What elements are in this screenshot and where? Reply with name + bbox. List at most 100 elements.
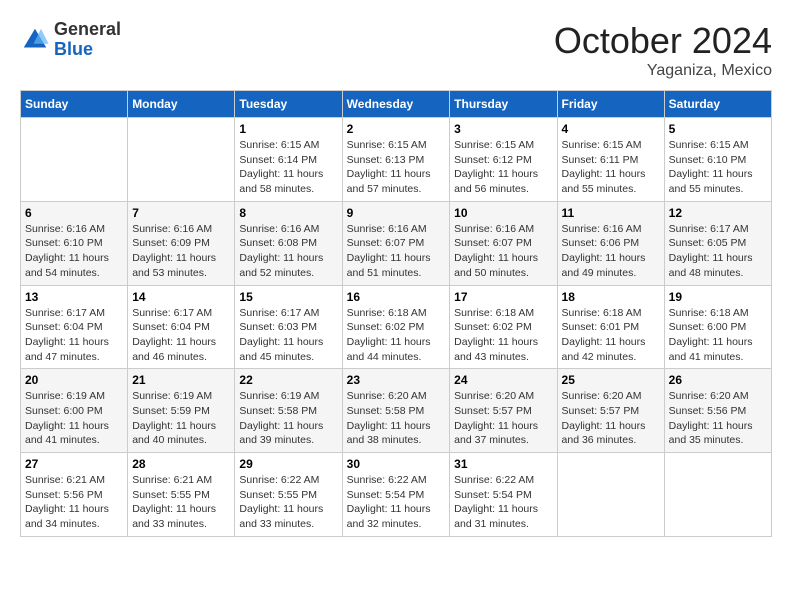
- calendar-cell: 12 Sunrise: 6:17 AMSunset: 6:05 PMDaylig…: [664, 201, 771, 285]
- day-info: Sunrise: 6:22 AMSunset: 5:55 PMDaylight:…: [239, 474, 323, 530]
- calendar-cell: 9 Sunrise: 6:16 AMSunset: 6:07 PMDayligh…: [342, 201, 450, 285]
- col-header-thursday: Thursday: [450, 91, 557, 118]
- calendar-cell: 26 Sunrise: 6:20 AMSunset: 5:56 PMDaylig…: [664, 369, 771, 453]
- day-number: 21: [132, 373, 230, 387]
- day-number: 18: [562, 290, 660, 304]
- day-number: 23: [347, 373, 446, 387]
- calendar-week-1: 1 Sunrise: 6:15 AMSunset: 6:14 PMDayligh…: [21, 118, 772, 202]
- day-info: Sunrise: 6:15 AMSunset: 6:10 PMDaylight:…: [669, 139, 753, 195]
- day-info: Sunrise: 6:15 AMSunset: 6:11 PMDaylight:…: [562, 139, 646, 195]
- calendar-cell: 3 Sunrise: 6:15 AMSunset: 6:12 PMDayligh…: [450, 118, 557, 202]
- day-number: 31: [454, 457, 552, 471]
- col-header-wednesday: Wednesday: [342, 91, 450, 118]
- day-info: Sunrise: 6:16 AMSunset: 6:07 PMDaylight:…: [347, 223, 431, 279]
- day-info: Sunrise: 6:20 AMSunset: 5:57 PMDaylight:…: [562, 390, 646, 446]
- day-info: Sunrise: 6:20 AMSunset: 5:57 PMDaylight:…: [454, 390, 538, 446]
- day-info: Sunrise: 6:18 AMSunset: 6:00 PMDaylight:…: [669, 307, 753, 363]
- day-number: 12: [669, 206, 767, 220]
- day-info: Sunrise: 6:22 AMSunset: 5:54 PMDaylight:…: [347, 474, 431, 530]
- col-header-saturday: Saturday: [664, 91, 771, 118]
- day-number: 14: [132, 290, 230, 304]
- calendar-cell: 6 Sunrise: 6:16 AMSunset: 6:10 PMDayligh…: [21, 201, 128, 285]
- day-number: 8: [239, 206, 337, 220]
- calendar-week-3: 13 Sunrise: 6:17 AMSunset: 6:04 PMDaylig…: [21, 285, 772, 369]
- calendar-cell: 17 Sunrise: 6:18 AMSunset: 6:02 PMDaylig…: [450, 285, 557, 369]
- calendar-cell: 10 Sunrise: 6:16 AMSunset: 6:07 PMDaylig…: [450, 201, 557, 285]
- calendar-cell: [664, 453, 771, 537]
- day-number: 4: [562, 122, 660, 136]
- day-info: Sunrise: 6:16 AMSunset: 6:09 PMDaylight:…: [132, 223, 216, 279]
- calendar-cell: 4 Sunrise: 6:15 AMSunset: 6:11 PMDayligh…: [557, 118, 664, 202]
- location: Yaganiza, Mexico: [554, 62, 772, 80]
- day-info: Sunrise: 6:17 AMSunset: 6:05 PMDaylight:…: [669, 223, 753, 279]
- day-number: 22: [239, 373, 337, 387]
- day-number: 13: [25, 290, 123, 304]
- calendar-cell: 25 Sunrise: 6:20 AMSunset: 5:57 PMDaylig…: [557, 369, 664, 453]
- calendar-week-4: 20 Sunrise: 6:19 AMSunset: 6:00 PMDaylig…: [21, 369, 772, 453]
- day-number: 11: [562, 206, 660, 220]
- calendar-cell: 22 Sunrise: 6:19 AMSunset: 5:58 PMDaylig…: [235, 369, 342, 453]
- calendar-cell: 30 Sunrise: 6:22 AMSunset: 5:54 PMDaylig…: [342, 453, 450, 537]
- day-info: Sunrise: 6:17 AMSunset: 6:04 PMDaylight:…: [25, 307, 109, 363]
- month-title: October 2024: [554, 20, 772, 62]
- day-number: 19: [669, 290, 767, 304]
- day-number: 5: [669, 122, 767, 136]
- calendar-cell: [557, 453, 664, 537]
- day-info: Sunrise: 6:19 AMSunset: 5:59 PMDaylight:…: [132, 390, 216, 446]
- logo-blue-text: Blue: [54, 39, 93, 59]
- day-number: 27: [25, 457, 123, 471]
- col-header-friday: Friday: [557, 91, 664, 118]
- calendar-cell: 18 Sunrise: 6:18 AMSunset: 6:01 PMDaylig…: [557, 285, 664, 369]
- day-info: Sunrise: 6:18 AMSunset: 6:02 PMDaylight:…: [454, 307, 538, 363]
- day-info: Sunrise: 6:21 AMSunset: 5:55 PMDaylight:…: [132, 474, 216, 530]
- logo-general-text: General: [54, 19, 121, 39]
- day-number: 10: [454, 206, 552, 220]
- calendar-week-2: 6 Sunrise: 6:16 AMSunset: 6:10 PMDayligh…: [21, 201, 772, 285]
- calendar-cell: 27 Sunrise: 6:21 AMSunset: 5:56 PMDaylig…: [21, 453, 128, 537]
- day-number: 20: [25, 373, 123, 387]
- day-number: 30: [347, 457, 446, 471]
- calendar-cell: [128, 118, 235, 202]
- calendar-cell: 15 Sunrise: 6:17 AMSunset: 6:03 PMDaylig…: [235, 285, 342, 369]
- calendar-table: SundayMondayTuesdayWednesdayThursdayFrid…: [20, 90, 772, 537]
- day-number: 2: [347, 122, 446, 136]
- day-info: Sunrise: 6:21 AMSunset: 5:56 PMDaylight:…: [25, 474, 109, 530]
- day-info: Sunrise: 6:16 AMSunset: 6:10 PMDaylight:…: [25, 223, 109, 279]
- day-number: 1: [239, 122, 337, 136]
- calendar-cell: 11 Sunrise: 6:16 AMSunset: 6:06 PMDaylig…: [557, 201, 664, 285]
- day-info: Sunrise: 6:19 AMSunset: 5:58 PMDaylight:…: [239, 390, 323, 446]
- day-info: Sunrise: 6:16 AMSunset: 6:07 PMDaylight:…: [454, 223, 538, 279]
- logo-icon: [20, 25, 50, 55]
- day-info: Sunrise: 6:20 AMSunset: 5:58 PMDaylight:…: [347, 390, 431, 446]
- col-header-tuesday: Tuesday: [235, 91, 342, 118]
- calendar-cell: 29 Sunrise: 6:22 AMSunset: 5:55 PMDaylig…: [235, 453, 342, 537]
- calendar-cell: 13 Sunrise: 6:17 AMSunset: 6:04 PMDaylig…: [21, 285, 128, 369]
- day-number: 15: [239, 290, 337, 304]
- calendar-cell: [21, 118, 128, 202]
- day-number: 3: [454, 122, 552, 136]
- calendar-header-row: SundayMondayTuesdayWednesdayThursdayFrid…: [21, 91, 772, 118]
- day-info: Sunrise: 6:19 AMSunset: 6:00 PMDaylight:…: [25, 390, 109, 446]
- day-info: Sunrise: 6:18 AMSunset: 6:02 PMDaylight:…: [347, 307, 431, 363]
- day-number: 17: [454, 290, 552, 304]
- title-block: October 2024 Yaganiza, Mexico: [554, 20, 772, 80]
- day-number: 6: [25, 206, 123, 220]
- day-number: 9: [347, 206, 446, 220]
- day-info: Sunrise: 6:22 AMSunset: 5:54 PMDaylight:…: [454, 474, 538, 530]
- calendar-cell: 21 Sunrise: 6:19 AMSunset: 5:59 PMDaylig…: [128, 369, 235, 453]
- day-number: 28: [132, 457, 230, 471]
- calendar-cell: 5 Sunrise: 6:15 AMSunset: 6:10 PMDayligh…: [664, 118, 771, 202]
- day-info: Sunrise: 6:15 AMSunset: 6:12 PMDaylight:…: [454, 139, 538, 195]
- calendar-cell: 28 Sunrise: 6:21 AMSunset: 5:55 PMDaylig…: [128, 453, 235, 537]
- calendar-cell: 31 Sunrise: 6:22 AMSunset: 5:54 PMDaylig…: [450, 453, 557, 537]
- calendar-cell: 16 Sunrise: 6:18 AMSunset: 6:02 PMDaylig…: [342, 285, 450, 369]
- day-number: 7: [132, 206, 230, 220]
- col-header-sunday: Sunday: [21, 91, 128, 118]
- day-number: 26: [669, 373, 767, 387]
- logo: General Blue: [20, 20, 121, 60]
- col-header-monday: Monday: [128, 91, 235, 118]
- calendar-cell: 20 Sunrise: 6:19 AMSunset: 6:00 PMDaylig…: [21, 369, 128, 453]
- day-info: Sunrise: 6:20 AMSunset: 5:56 PMDaylight:…: [669, 390, 753, 446]
- day-info: Sunrise: 6:17 AMSunset: 6:04 PMDaylight:…: [132, 307, 216, 363]
- day-info: Sunrise: 6:16 AMSunset: 6:08 PMDaylight:…: [239, 223, 323, 279]
